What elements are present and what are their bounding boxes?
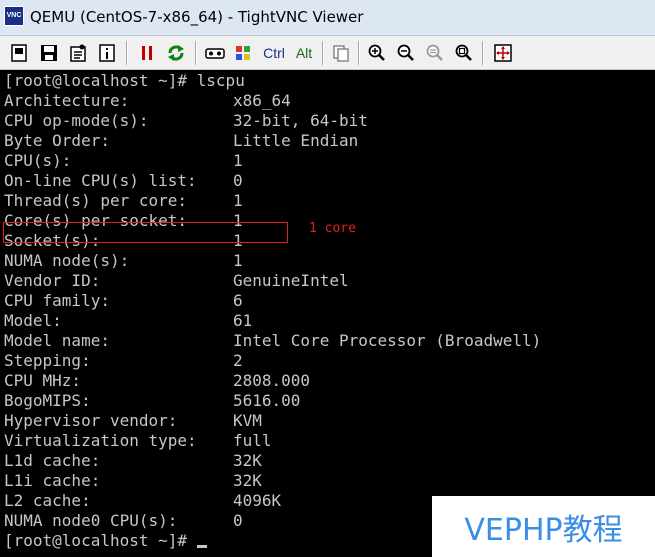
row-label: Byte Order:	[4, 131, 110, 150]
title-bar: VNC QEMU (CentOS-7-x86_64) - TightVNC Vi…	[0, 0, 655, 36]
row-value: 6	[233, 291, 243, 310]
toolbar-separator	[482, 41, 483, 65]
row-label: BogoMIPS:	[4, 391, 91, 410]
toolbar-separator	[358, 41, 359, 65]
row-label: NUMA node0 CPU(s):	[4, 511, 178, 530]
watermark-logo: VEPHP教程	[432, 496, 655, 557]
refresh-icon[interactable]	[165, 42, 187, 64]
row-value: 0	[233, 171, 243, 190]
row-label: Model name:	[4, 331, 110, 350]
zoom-fit-icon[interactable]	[453, 42, 475, 64]
row-value: x86_64	[233, 91, 291, 110]
alt-key-button[interactable]: Alt	[292, 42, 316, 64]
row-label: CPU op-mode(s):	[4, 111, 149, 130]
row-label: On-line CPU(s) list:	[4, 171, 197, 190]
row-label: NUMA node(s):	[4, 251, 130, 270]
zoom-100-icon[interactable]	[424, 42, 446, 64]
new-connection-icon[interactable]	[8, 42, 30, 64]
row-label: Stepping:	[4, 351, 91, 370]
row-value: 32K	[233, 451, 262, 470]
row-label: L2 cache:	[4, 491, 91, 510]
zoom-in-icon[interactable]	[366, 42, 388, 64]
command-prompt: [root@localhost ~]#	[4, 531, 197, 550]
window-title: QEMU (CentOS-7-x86_64) - TightVNC Viewer	[30, 8, 364, 26]
toolbar: Ctrl Alt	[0, 36, 655, 70]
zoom-out-icon[interactable]	[395, 42, 417, 64]
row-label: CPU MHz:	[4, 371, 82, 390]
row-value: 1	[233, 151, 243, 170]
row-label: Vendor ID:	[4, 271, 101, 290]
row-label: Model:	[4, 311, 62, 330]
row-value: 2808.000	[233, 371, 311, 390]
clipboard-icon[interactable]	[330, 42, 352, 64]
row-label: L1d cache:	[4, 451, 101, 470]
cpu-count-highlight-box	[3, 222, 288, 243]
ctrl-key-button[interactable]: Ctrl	[260, 42, 288, 64]
row-label: CPU(s):	[4, 151, 72, 170]
row-label: Hypervisor vendor:	[4, 411, 178, 430]
row-value: Intel Core Processor (Broadwell)	[233, 331, 542, 350]
row-value: 32K	[233, 471, 262, 490]
row-label: L1i cache:	[4, 471, 101, 490]
save-icon[interactable]	[38, 42, 60, 64]
watermark-text: VEPHP教程	[464, 512, 623, 548]
terminal-prompt-line: [root@localhost ~]# lscpu	[4, 71, 245, 91]
toolbar-separator	[322, 41, 323, 65]
row-value: KVM	[233, 411, 262, 430]
terminal-prompt-line: [root@localhost ~]#	[4, 531, 207, 551]
row-label: Thread(s) per core:	[4, 191, 188, 210]
terminal-screen[interactable]: [root@localhost ~]# lscpu Architecture: x…	[0, 71, 655, 557]
row-value: 1	[233, 191, 243, 210]
options-icon[interactable]	[67, 42, 89, 64]
row-value: 0	[233, 511, 243, 530]
text-cursor	[196, 545, 207, 548]
command-prompt: [root@localhost ~]# lscpu	[4, 71, 245, 90]
info-icon[interactable]	[96, 42, 118, 64]
row-value: GenuineIntel	[233, 271, 349, 290]
windows-key-icon[interactable]	[232, 42, 254, 64]
row-label: Architecture:	[4, 91, 130, 110]
row-value: 1	[233, 251, 243, 270]
pause-icon[interactable]	[136, 42, 158, 64]
row-label: CPU family:	[4, 291, 110, 310]
vnc-app-icon: VNC	[4, 6, 24, 26]
ctrl-alt-del-icon[interactable]	[204, 42, 226, 64]
row-value: 5616.00	[233, 391, 301, 410]
row-value: 32-bit, 64-bit	[233, 111, 368, 130]
row-value: Little Endian	[233, 131, 359, 150]
fullscreen-icon[interactable]	[492, 42, 514, 64]
toolbar-separator	[126, 41, 127, 65]
cpu-count-annotation: 1 core	[309, 221, 356, 236]
row-value: full	[233, 431, 272, 450]
row-label: Virtualization type:	[4, 431, 197, 450]
toolbar-separator	[195, 41, 196, 65]
row-value: 61	[233, 311, 253, 330]
row-value: 2	[233, 351, 243, 370]
row-value: 4096K	[233, 491, 282, 510]
